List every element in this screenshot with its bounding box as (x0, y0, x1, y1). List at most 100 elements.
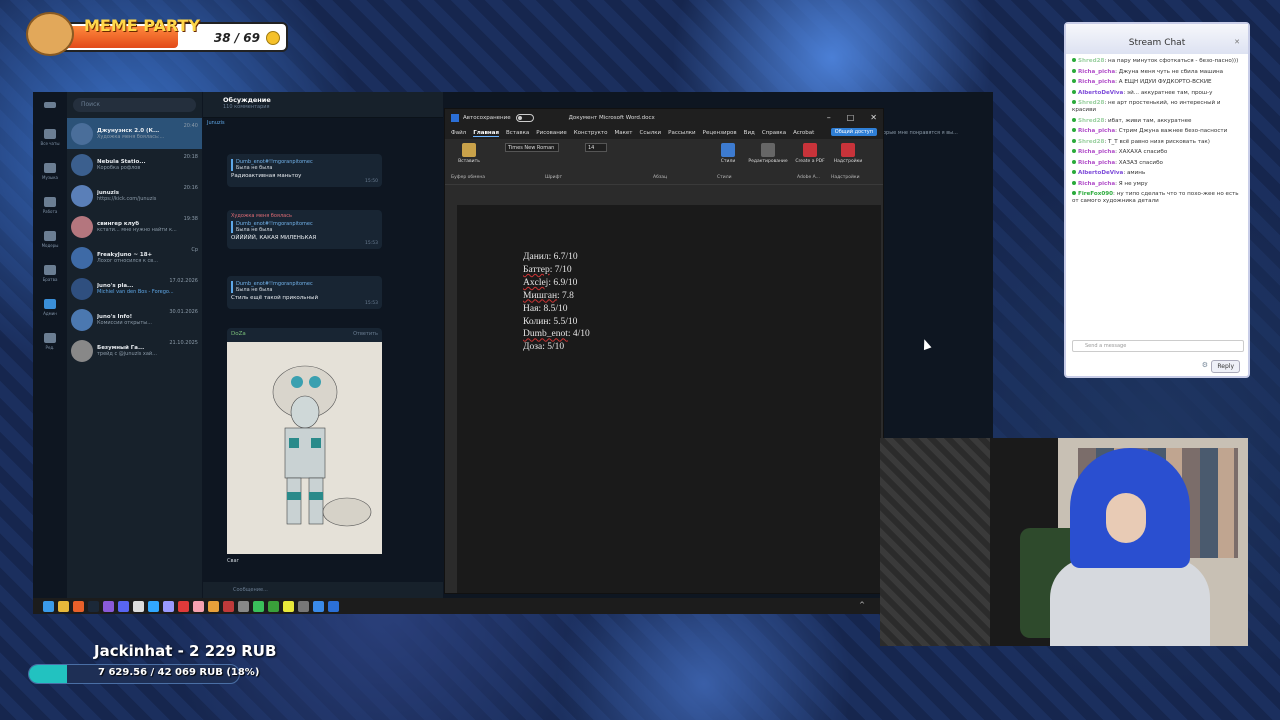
autosave-toggle[interactable] (515, 114, 534, 122)
chat-item[interactable]: Juno's pla... Michiel van den Bos - Foreg… (67, 273, 202, 304)
windows-start-icon[interactable] (43, 600, 54, 612)
chat-text: Стрим Джуна важнее безо-пасности (1118, 128, 1228, 134)
chat-message: Richa_picha: ХАХАХА спасибо (1072, 149, 1244, 156)
addins-button[interactable]: Надстройки (829, 143, 867, 164)
tab-file[interactable]: Файл (451, 130, 466, 136)
tab-layout[interactable]: Макет (614, 130, 632, 136)
app-icon[interactable] (193, 600, 204, 612)
chat-tool-icons[interactable]: ⚙ (1202, 361, 1208, 369)
share-button[interactable]: Общий доступ (830, 128, 877, 136)
discord-icon[interactable] (103, 600, 114, 612)
tab-insert[interactable]: Вставка (506, 130, 529, 136)
chat-item[interactable]: junuzis https://kick.com/junuzis 20:16 (67, 180, 202, 211)
search-input[interactable]: Поиск (73, 98, 196, 112)
premiere-icon[interactable] (163, 600, 174, 612)
file-explorer-icon[interactable] (58, 600, 69, 612)
app-icon[interactable] (223, 600, 234, 612)
app-icon[interactable] (133, 600, 144, 612)
minimize-icon[interactable]: – (827, 113, 831, 122)
reply-button[interactable]: Reply (1211, 360, 1240, 373)
chat-username[interactable]: Shred28 (1078, 118, 1104, 124)
chat-username[interactable]: AlbertoDeViva (1078, 170, 1123, 176)
chat-item[interactable]: FreakyJuno ~ 18+ Лохог относился к св... … (67, 242, 202, 273)
chat-username[interactable]: Shred28 (1078, 139, 1104, 145)
chat-username[interactable]: Richa_picha (1078, 69, 1115, 75)
app-icon[interactable] (253, 600, 264, 612)
chat-message-input[interactable]: Send a message (1072, 340, 1244, 352)
reply-link[interactable]: Ответить (353, 331, 378, 337)
artwork-image[interactable] (227, 342, 382, 554)
word-icon[interactable] (328, 600, 339, 612)
pinned-post[interactable]: Junuzis (203, 118, 443, 130)
paste-button[interactable]: Вставить (451, 143, 487, 164)
message[interactable]: Художка меня боялась Dumb_enot#!!mgoranp… (227, 210, 382, 249)
maximize-icon[interactable]: □ (847, 113, 855, 122)
telegram-icon[interactable] (313, 600, 324, 612)
folder-music[interactable]: Музыка (33, 154, 67, 188)
firefox-icon[interactable] (73, 600, 84, 612)
tab-design[interactable]: Конструкто (574, 130, 608, 136)
chat-item[interactable]: Juno's Info! Комиссии открыты... 30.01.20… (67, 304, 202, 335)
chat-username[interactable]: Richa_picha (1078, 79, 1115, 85)
tab-references[interactable]: Ссылки (640, 130, 662, 136)
folder-bros[interactable]: Братва (33, 256, 67, 290)
chat-item[interactable]: Безумный Га... трейд с @junuzis хай... 21… (67, 335, 202, 366)
tab-help[interactable]: Справка (762, 130, 786, 136)
chat-item[interactable]: свингер клуб кстати... мне нужно найти к.… (67, 211, 202, 242)
chat-username[interactable]: Richa_picha (1078, 149, 1115, 155)
app-icon[interactable] (238, 600, 249, 612)
tab-mailings[interactable]: Рассылки (668, 130, 696, 136)
steam-icon[interactable] (88, 600, 99, 612)
styles-button[interactable]: Стили (715, 143, 741, 164)
settings-icon[interactable] (298, 600, 309, 612)
message[interactable]: Dumb_enot#!!mgoranpitomec Была не была Ст… (227, 276, 382, 309)
discussion-header: Обсуждение 110 комментария (203, 92, 443, 118)
message[interactable]: Dumb_enot#!!mgoranpitomec Была не была Ра… (227, 154, 382, 187)
folder-edit[interactable]: Ред. (33, 324, 67, 358)
document-title[interactable]: Документ Microsoft Word.docx (569, 115, 655, 121)
tab-home[interactable]: Главная (473, 130, 499, 137)
chat-item[interactable]: Nebula Statio... Коробка рофлов 20:18 (67, 149, 202, 180)
chat-username[interactable]: FireFox090 (1078, 191, 1113, 197)
app-icon[interactable] (268, 600, 279, 612)
document-page[interactable]: Данил: 6.7/10 Баттер: 7/10 Axclej: 6.9/1… (457, 205, 881, 593)
tab-acrobat[interactable]: Acrobat (793, 130, 814, 136)
image-message[interactable]: DoZa Ответить (227, 328, 382, 554)
app-icon[interactable] (118, 600, 129, 612)
user-badge-icon (1072, 100, 1076, 104)
chat-username[interactable]: Richa_picha (1078, 181, 1115, 187)
font-name-select[interactable]: Times New Roman (505, 143, 559, 152)
tab-review[interactable]: Рецензиров (703, 130, 737, 136)
tab-draw[interactable]: Рисование (536, 130, 566, 136)
app-icon[interactable] (283, 600, 294, 612)
tab-view[interactable]: Вид (744, 130, 755, 136)
chat-message: Shred28: на пару минуток сфоткаться - бе… (1072, 58, 1244, 65)
editing-button[interactable]: Редактирование (745, 143, 791, 164)
menu-icon[interactable] (33, 92, 67, 120)
folder-mods[interactable]: Модеры (33, 222, 67, 256)
create-pdf-button[interactable]: Create a PDF (795, 143, 825, 164)
chat-text: Я не умру (1118, 180, 1148, 187)
user-badge-icon (1072, 180, 1076, 185)
document-text[interactable]: Данил: 6.7/10 Баттер: 7/10 Axclej: 6.9/1… (523, 251, 590, 354)
folder-work[interactable]: Работа (33, 188, 67, 222)
app-icon[interactable] (178, 600, 189, 612)
chat-username[interactable]: AlbertoDeViva (1078, 90, 1123, 96)
chat-username[interactable]: Richa_picha (1078, 128, 1115, 134)
chat-username[interactable]: Shred28 (1078, 100, 1104, 106)
close-icon[interactable]: ✕ (1234, 38, 1240, 46)
rating-line: Мишган: 7.8 (523, 290, 574, 301)
stream-chat-widget: Stream Chat ✕ Shred28: на пару минуток с… (1064, 22, 1250, 378)
chat-username[interactable]: Richa_picha (1078, 160, 1115, 166)
chevron-up-icon[interactable]: ^ (859, 601, 865, 609)
avatar (71, 153, 93, 176)
folder-all-chats[interactable]: Все чаты (33, 120, 67, 154)
chat-username[interactable]: Shred28 (1078, 58, 1104, 64)
chat-item[interactable]: Джунуэнск 2.0 (К... Художка меня боялась:… (67, 118, 202, 149)
quote: Dumb_enot#!!mgoranpitomec Была не была (231, 221, 378, 233)
photoshop-icon[interactable] (148, 600, 159, 612)
folder-admin[interactable]: Админ (33, 290, 67, 324)
font-size-select[interactable]: 14 (585, 143, 607, 152)
close-icon[interactable]: ✕ (870, 113, 877, 122)
app-icon[interactable] (208, 600, 219, 612)
